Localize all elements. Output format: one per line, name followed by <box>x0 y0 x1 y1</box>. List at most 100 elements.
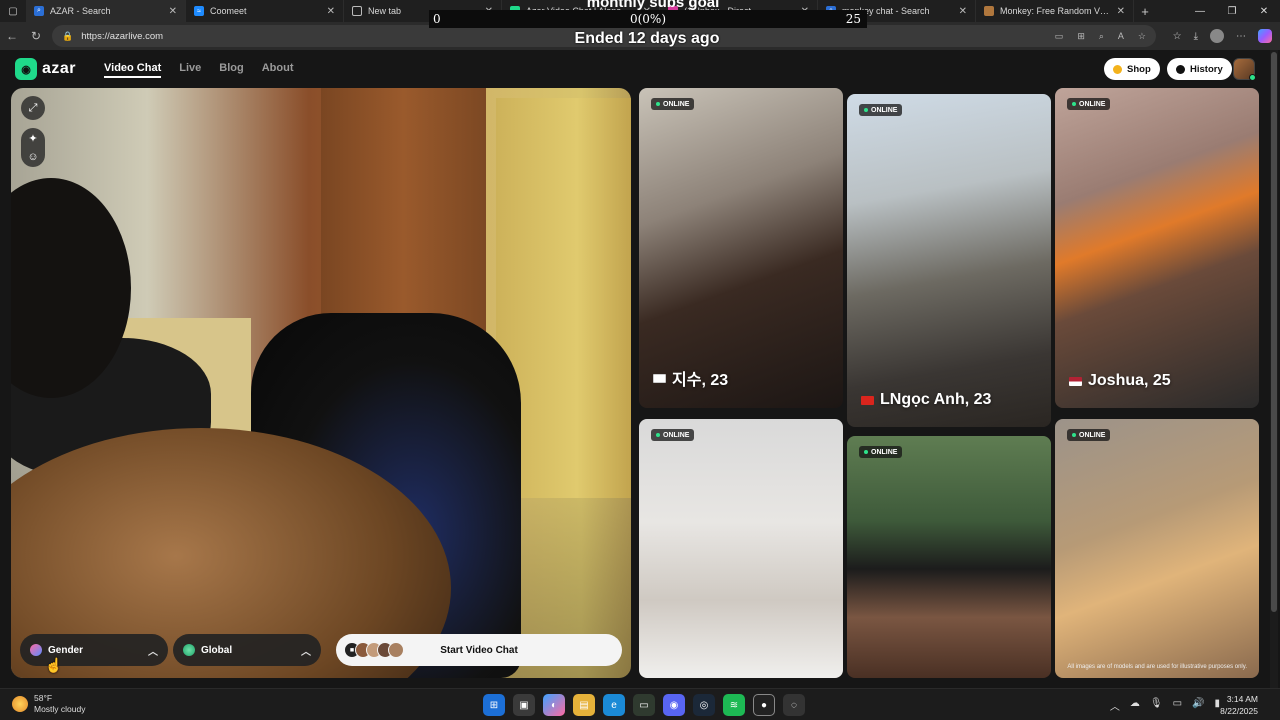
subs-goal-bar: 0 0(0%) 25 <box>429 10 867 28</box>
nav-video-chat[interactable]: Video Chat <box>104 62 162 78</box>
discord-icon[interactable]: ◉ <box>663 694 685 716</box>
profile-name-text: LNgọc Anh, 23 <box>880 391 992 408</box>
profile-avatar[interactable] <box>1210 29 1224 43</box>
profile-card[interactable]: ONLINE 지수, 23 <box>639 88 843 408</box>
maximize-icon[interactable]: ❐ <box>1216 0 1248 22</box>
close-icon[interactable]: ✕ <box>169 6 177 17</box>
tab-monkey-free[interactable]: Monkey: Free Random Video Chat ✕ <box>976 0 1134 22</box>
edge-icon[interactable]: e <box>603 694 625 716</box>
system-tray: ︿ ☁ 🎙 ▭ 🔊 ▮ <box>1110 698 1220 713</box>
profile-card[interactable]: ONLINE <box>847 436 1051 678</box>
azar-page: ◉ azar Video Chat Live Blog About Shop H… <box>0 50 1280 688</box>
start-label: Start Video Chat <box>440 644 518 656</box>
nav-about[interactable]: About <box>262 62 294 78</box>
read-aloud-icon[interactable]: A <box>1118 31 1124 41</box>
favorite-star-icon[interactable]: ☆ <box>1138 31 1146 42</box>
file-explorer-icon[interactable]: ▤ <box>573 694 595 716</box>
profile-name-text: Joshua, 25 <box>1088 372 1171 389</box>
terminal-icon[interactable]: ▭ <box>633 694 655 716</box>
profile-card[interactable]: ONLINE <box>639 419 843 678</box>
profile-card[interactable]: ONLINE Joshua, 25 <box>1055 88 1259 408</box>
gem-icon <box>1113 64 1122 74</box>
page-icon <box>352 6 362 16</box>
scrollbar-thumb[interactable] <box>1271 52 1277 612</box>
shop-button[interactable]: Shop <box>1104 58 1160 80</box>
microphone-icon[interactable]: 🎙 <box>1150 698 1163 713</box>
close-icon[interactable]: ✕ <box>959 6 967 17</box>
copilot-app-icon[interactable]: ◐ <box>543 694 565 716</box>
sticker-icon[interactable]: ☺ <box>27 151 38 163</box>
spotify-icon[interactable]: ≋ <box>723 694 745 716</box>
clock-time: 3:14 AM <box>1226 694 1258 704</box>
app-icon[interactable]: ◌ <box>783 694 805 716</box>
taskbar-apps: ⊞ ▣ ◐ ▤ e ▭ ◉ ◎ ≋ ● ◌ <box>483 694 805 716</box>
clock-icon <box>1176 64 1185 74</box>
profile-card[interactable]: ONLINE LNgọc Anh, 23 <box>847 94 1051 427</box>
tab-actions-icon[interactable]: ▢ <box>0 0 26 22</box>
user-avatar[interactable] <box>1233 58 1256 81</box>
close-window-icon[interactable]: ✕ <box>1248 0 1280 22</box>
globe-icon <box>183 644 195 656</box>
windows-taskbar: 58°F Mostly cloudy ⊞ ▣ ◐ ▤ e ▭ ◉ ◎ ≋ ● ◌… <box>0 688 1280 720</box>
close-icon[interactable]: ✕ <box>327 6 335 17</box>
minimize-icon[interactable]: — <box>1184 0 1216 22</box>
favorites-icon[interactable]: ☆ <box>1173 31 1182 42</box>
tab-azar-search[interactable]: ⌕ AZAR - Search ✕ <box>26 0 186 22</box>
lock-icon[interactable]: 🔒 <box>62 31 73 42</box>
chevron-up-icon[interactable]: ︿ <box>1110 698 1120 713</box>
downloads-icon[interactable]: ⤓ <box>1194 31 1198 42</box>
usa-flag-icon <box>1069 376 1082 386</box>
region-filter-lead: Global <box>183 644 232 656</box>
display-icon[interactable]: ▭ <box>1173 698 1182 713</box>
gender-label: Gender <box>48 644 84 656</box>
close-icon[interactable]: ✕ <box>1117 6 1125 17</box>
cloud-icon[interactable]: ☁ <box>1130 698 1140 713</box>
refresh-icon[interactable]: ↻ <box>24 24 48 48</box>
nav-blog[interactable]: Blog <box>219 62 243 78</box>
goal-progress-value: 0(0%) <box>629 12 667 26</box>
steam-icon[interactable]: ◎ <box>693 694 715 716</box>
sparkle-effects-icon[interactable]: ✦ <box>28 132 37 145</box>
tab-title: Monkey: Free Random Video Chat <box>1000 6 1111 16</box>
back-icon[interactable]: ← <box>0 24 24 48</box>
nav-live[interactable]: Live <box>179 62 201 78</box>
online-dot <box>1072 433 1076 437</box>
zoom-icon[interactable]: ⌕ <box>1099 31 1104 42</box>
online-label: ONLINE <box>871 106 898 114</box>
weather-icon <box>12 696 28 712</box>
app-available-icon[interactable]: ▭ <box>1055 31 1064 42</box>
korea-flag-icon <box>653 373 666 383</box>
online-badge: ONLINE <box>651 98 695 110</box>
site-header: ◉ azar Video Chat Live Blog About Shop H… <box>0 50 1280 88</box>
fullscreen-icon[interactable]: ⤢ <box>21 96 45 120</box>
history-button[interactable]: History <box>1167 58 1232 80</box>
battery-icon[interactable]: ▮ <box>1214 698 1220 713</box>
tab-coomeet[interactable]: ≈ Coomeet ✕ <box>186 0 344 22</box>
azar-logo[interactable]: ◉ azar <box>15 58 76 80</box>
gender-filter-button[interactable]: Gender ︿ <box>20 634 168 666</box>
new-tab-button[interactable]: + <box>1134 4 1156 19</box>
page-scrollbar[interactable] <box>1270 50 1278 688</box>
online-dot <box>864 450 868 454</box>
online-badge: ONLINE <box>1067 98 1111 110</box>
copilot-icon[interactable] <box>1258 29 1272 43</box>
region-filter-button[interactable]: Global ︿ <box>173 634 321 666</box>
online-dot <box>1072 102 1076 106</box>
start-video-chat-button[interactable]: ■ Start Video Chat <box>336 634 622 666</box>
windows-start-icon[interactable]: ⊞ <box>483 694 505 716</box>
online-label: ONLINE <box>1079 100 1106 108</box>
online-label: ONLINE <box>663 100 690 108</box>
task-view-icon[interactable]: ▣ <box>513 694 535 716</box>
more-menu-icon[interactable]: ⋯ <box>1236 31 1246 42</box>
speaker-icon[interactable]: 🔊 <box>1192 698 1204 713</box>
obs-icon[interactable]: ● <box>753 694 775 716</box>
online-badge: ONLINE <box>1067 429 1111 441</box>
profile-card[interactable]: ONLINE All images are of models and are … <box>1055 419 1259 678</box>
profile-name-text: 지수, 23 <box>672 372 729 389</box>
weather-widget[interactable]: 58°F Mostly cloudy <box>12 693 86 715</box>
extensions-icon[interactable]: ⊞ <box>1077 31 1085 42</box>
goal-target-value: 25 <box>845 12 861 26</box>
taskbar-clock[interactable]: 3:14 AM 8/22/2025 <box>1220 693 1258 717</box>
url-actions: ▭ ⊞ ⌕ A ☆ <box>1055 25 1146 47</box>
vietnam-flag-icon <box>861 395 874 405</box>
